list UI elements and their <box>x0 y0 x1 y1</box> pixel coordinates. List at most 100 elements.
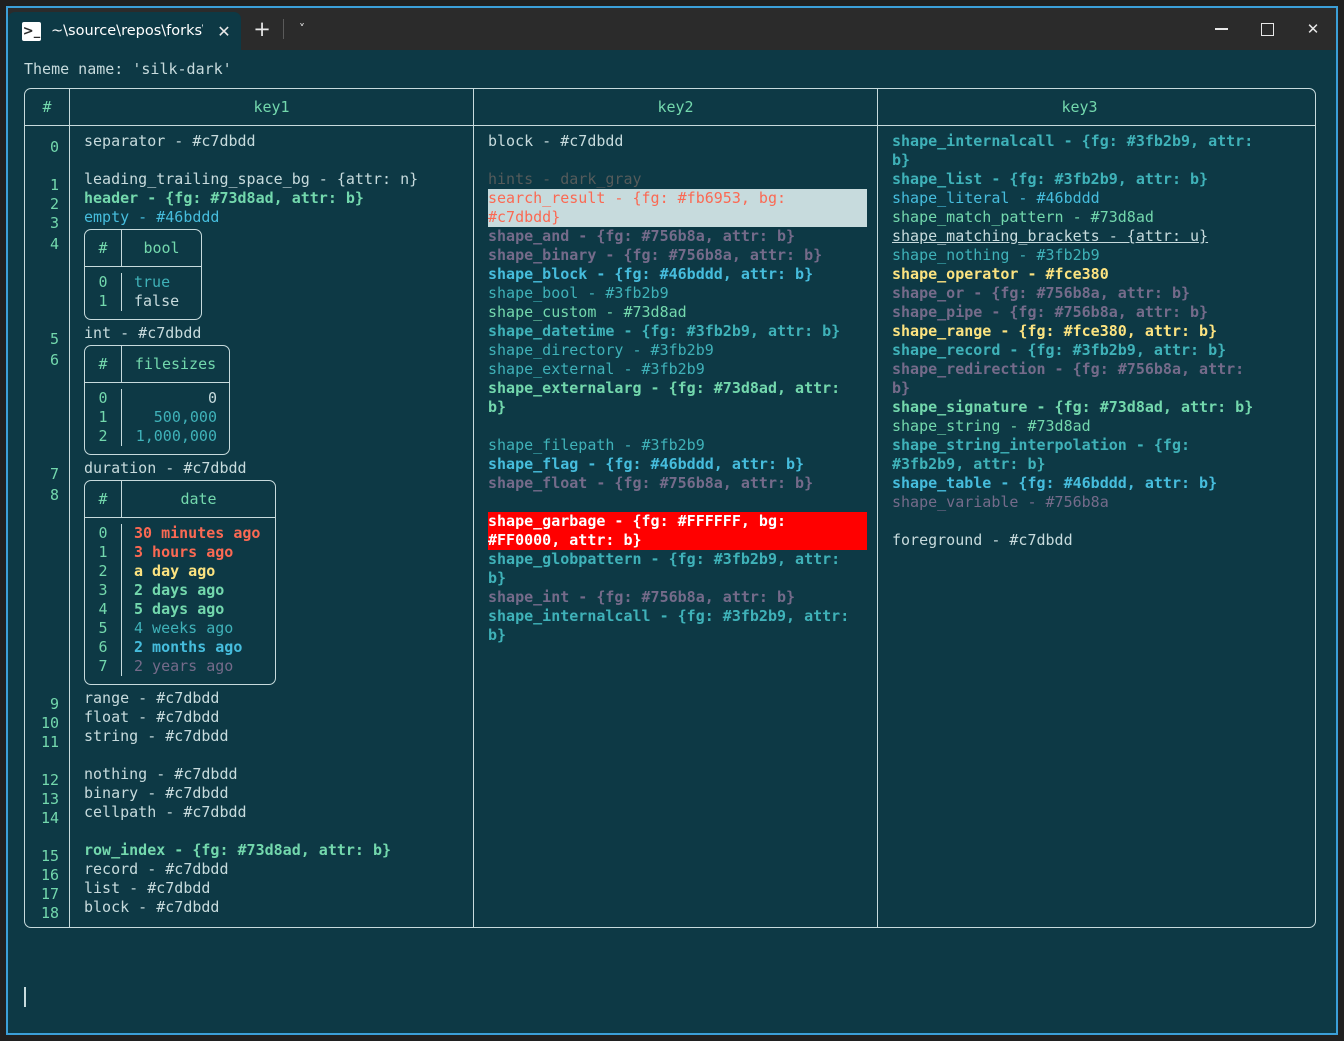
close-window-button[interactable]: ✕ <box>1290 8 1336 50</box>
nested-value-column: 30 minutes ago 3 hours ago a day ago 2 days… <box>121 524 275 676</box>
nested-header-row: # bool <box>85 230 201 267</box>
theme-entry: shape_redirection - {fg: #756b8a, attr: … <box>892 360 1254 397</box>
theme-entry: string - #c7dbdd <box>84 727 229 745</box>
theme-entry: hints - dark_gray <box>488 170 642 188</box>
row-index: 3 <box>49 214 59 232</box>
theme-entry: shape_datetime - {fg: #3fb2b9, attr: b} <box>488 322 841 340</box>
nested-row-value: 3 hours ago <box>134 543 234 561</box>
row-index: 13 <box>40 790 59 808</box>
terminal-window: >_ ~\source\repos\forks\nu_scrip ✕ + ˅ ✕… <box>6 6 1338 1035</box>
theme-entry: block - #c7dbdd <box>488 132 624 150</box>
theme-entry: shape_filepath - #3fb2b9 <box>488 436 705 454</box>
theme-entry: search_result - {fg: #fb6953, bg: #c7dbd… <box>488 189 867 227</box>
nested-header-row: # filesizes <box>85 346 229 383</box>
nested-row-index: 7 <box>98 657 108 675</box>
nested-row-value: 5 days ago <box>134 600 225 618</box>
nested-row-index: 5 <box>98 619 108 637</box>
chevron-down-icon[interactable]: ˅ <box>284 8 320 50</box>
nested-row-index: 2 <box>98 562 108 580</box>
theme-table: # key1 key2 key3 0 1 2 3 4 5 6 7 8 9 10 11 12 13 14 15 1… <box>24 88 1316 928</box>
theme-entry: cellpath - #c7dbdd <box>84 803 247 821</box>
row-index: 9 <box>49 695 59 713</box>
nested-row-index: 0 <box>98 389 108 407</box>
theme-entry: range - #c7dbdd <box>84 689 220 707</box>
nested-value-column: true false <box>121 273 201 311</box>
nested-index-column: 012 <box>85 389 121 446</box>
row-index <box>25 752 69 771</box>
nested-row-value: false <box>134 292 180 310</box>
row-index: 18 <box>40 904 59 922</box>
row-index: 12 <box>40 771 59 789</box>
row-index: 8 <box>49 486 59 504</box>
row-index: 6 <box>49 351 59 369</box>
nested-row-index: 1 <box>98 408 108 426</box>
nested-header-value: bool <box>121 230 201 266</box>
theme-entry: shape_list - {fg: #3fb2b9, attr: b} <box>892 170 1209 188</box>
row-index <box>25 157 69 176</box>
nested-table-date: # date 0 1 2 3 4 5 6 7 30 minutes ago 3 hours ago a … <box>84 480 276 685</box>
theme-entry: foreground - #c7dbdd <box>892 531 1073 549</box>
theme-entry: shape_flag - {fg: #46bddd, attr: b} <box>488 455 805 473</box>
theme-entry: block - #c7dbdd <box>84 898 220 916</box>
text-cursor <box>24 987 26 1007</box>
nested-row-value: 2 months ago <box>134 638 243 656</box>
theme-entry: shape_variable - #756b8a <box>892 493 1109 511</box>
table-body: 0 1 2 3 4 5 6 7 8 9 10 11 12 13 14 15 16 17 18 separator -… <box>25 126 1315 927</box>
nested-header-index: # <box>98 239 108 257</box>
theme-entry: shape_matching_brackets - {attr: u} <box>892 227 1209 245</box>
maximize-button[interactable] <box>1244 8 1290 50</box>
tab-title: ~\source\repos\forks\nu_scrip <box>51 23 203 39</box>
close-tab-icon[interactable]: ✕ <box>213 22 235 41</box>
header-index: # <box>42 97 52 116</box>
nested-row-value: 0 <box>207 389 217 407</box>
new-tab-button[interactable]: + <box>241 8 283 50</box>
row-index <box>25 828 69 847</box>
row-index: 15 <box>40 847 59 865</box>
header-key3: key3 <box>877 89 1281 125</box>
theme-entry: shape_internalcall - {fg: #3fb2b9, attr:… <box>488 607 859 644</box>
theme-entry: empty - #46bddd <box>84 208 220 226</box>
nested-row-index: 4 <box>98 600 108 618</box>
nested-row-value: 30 minutes ago <box>134 524 261 542</box>
nested-table-bool: # bool 0 1 true false <box>84 229 202 320</box>
row-index: 14 <box>40 809 59 827</box>
nested-body: 0 1 true false <box>85 267 201 319</box>
theme-entry: shape_float - {fg: #756b8a, attr: b} <box>488 474 814 492</box>
nested-row-index: 0 <box>98 524 108 542</box>
theme-entry: shape_int - {fg: #756b8a, attr: b} <box>488 588 796 606</box>
terminal-content[interactable]: Theme name: 'silk-dark' # key1 key2 key3… <box>8 50 1336 1033</box>
table-header-row: # key1 key2 key3 <box>25 89 1315 126</box>
nested-row-value: 500,000 <box>153 408 217 426</box>
theme-entry: shape_or - {fg: #756b8a, attr: b} <box>892 284 1191 302</box>
key1-column: separator - #c7dbdd leading_trailing_spac… <box>69 126 473 927</box>
theme-entry: nothing - #c7dbdd <box>84 765 238 783</box>
theme-entry: list - #c7dbdd <box>84 879 211 897</box>
theme-entry: header - {fg: #73d8ad, attr: b} <box>84 189 364 207</box>
theme-entry: shape_binary - {fg: #756b8a, attr: b} <box>488 246 823 264</box>
theme-name-line: Theme name: 'silk-dark' <box>24 60 232 78</box>
nested-value-column: 0 500,000 1,000,000 <box>121 389 229 446</box>
titlebar-drag-area[interactable] <box>320 8 1198 50</box>
theme-entry: shape_bool - #3fb2b9 <box>488 284 669 302</box>
nested-header-index: # <box>98 355 108 373</box>
theme-entry: row_index - {fg: #73d8ad, attr: b} <box>84 841 392 859</box>
row-index: 1 <box>49 176 59 194</box>
theme-entry: separator - #c7dbdd <box>84 132 256 150</box>
minimize-button[interactable] <box>1198 8 1244 50</box>
theme-entry: shape_pipe - {fg: #756b8a, attr: b} <box>892 303 1209 321</box>
nested-row-index: 1 <box>98 543 108 561</box>
theme-entry: leading_trailing_space_bg - {attr: n} <box>84 170 419 188</box>
nested-index-column: 01 <box>85 273 121 311</box>
header-key1: key1 <box>69 89 473 125</box>
nested-table-filesizes: # filesizes 0 1 2 0 500,000 1,000,000 <box>84 345 230 455</box>
row-index: 10 <box>40 714 59 732</box>
nested-row-index: 6 <box>98 638 108 656</box>
theme-entry: duration - #c7dbdd <box>84 459 247 477</box>
theme-entry: shape_string_interpolation - {fg: #3fb2b… <box>892 436 1200 473</box>
terminal-tab[interactable]: >_ ~\source\repos\forks\nu_scrip ✕ <box>8 12 241 50</box>
theme-entry: shape_garbage - {fg: #FFFFFF, bg: #FF000… <box>488 512 867 550</box>
